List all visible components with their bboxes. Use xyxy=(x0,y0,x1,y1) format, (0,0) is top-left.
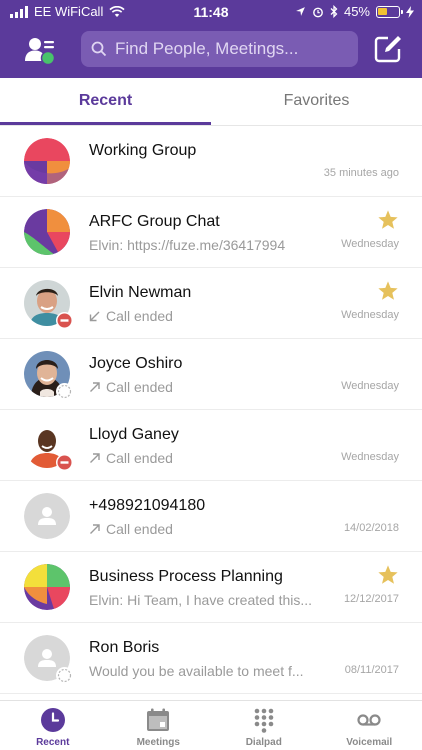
battery-level-fill xyxy=(378,7,387,15)
conversation-preview: Elvin: Hi Team, I have created this... xyxy=(89,592,312,608)
group-avatar xyxy=(24,209,70,255)
dialpad-icon xyxy=(254,708,274,733)
list-item[interactable]: ARFC Group Chat Elvin: https://fuze.me/3… xyxy=(0,197,422,268)
location-icon xyxy=(296,7,305,16)
conversation-time: 12/12/2017 xyxy=(343,593,399,605)
status-bar: EE WiFiCall 11:48 45% xyxy=(0,0,422,24)
calendar-icon xyxy=(147,708,170,731)
search-icon xyxy=(91,41,107,57)
conversation-name: Working Group xyxy=(89,142,197,159)
presence-busy-icon xyxy=(56,312,73,329)
nav-voicemail[interactable]: Voicemail xyxy=(317,701,422,750)
favorite-star-icon[interactable] xyxy=(377,564,399,586)
favorite-star-icon[interactable] xyxy=(377,209,399,231)
bluetooth-icon xyxy=(330,5,338,18)
conversation-time: 14/02/2018 xyxy=(343,522,399,534)
presence-busy-icon xyxy=(56,454,73,471)
incoming-call-icon xyxy=(89,311,100,321)
conversation-time: Wednesday xyxy=(341,451,399,463)
outgoing-call-icon xyxy=(90,523,100,534)
nav-meetings[interactable]: Meetings xyxy=(106,701,212,750)
nav-label: Recent xyxy=(36,737,70,748)
conversation-preview-text: Elvin: https://fuze.me/36417994 xyxy=(89,237,286,253)
list-item[interactable]: Elvin Newman Call ended Wednesday xyxy=(0,268,422,339)
active-tab-indicator xyxy=(0,122,211,125)
list-item[interactable]: Business Process Planning Elvin: Hi Team… xyxy=(0,552,422,623)
charging-icon xyxy=(406,5,414,18)
alarm-icon xyxy=(313,7,323,17)
battery-icon xyxy=(376,5,403,18)
list-item[interactable]: Ron Boris Would you be available to meet… xyxy=(0,623,422,694)
tab-bar: Recent Favorites xyxy=(0,78,422,126)
nav-label: Voicemail xyxy=(346,737,393,748)
nav-recent[interactable]: Recent xyxy=(0,701,106,750)
tab-recent[interactable]: Recent xyxy=(0,78,211,125)
conversation-preview: Call ended xyxy=(89,379,173,395)
favorite-star-icon[interactable] xyxy=(377,280,399,302)
search-placeholder: Find People, Meetings... xyxy=(115,39,299,58)
battery-percent: 45% xyxy=(343,4,370,19)
clock-icon xyxy=(40,708,65,732)
list-item[interactable]: Working Group 35 minutes ago xyxy=(0,126,422,197)
conversation-preview-text: Would you be available to meet f... xyxy=(89,663,304,679)
group-avatar xyxy=(24,564,70,610)
conversation-time: 35 minutes ago xyxy=(323,167,399,179)
conversation-preview-text: Call ended xyxy=(106,521,173,537)
conversation-time: Wednesday xyxy=(341,309,399,321)
presence-offline-icon xyxy=(56,667,73,684)
conversation-preview: Elvin: https://fuze.me/36417994 xyxy=(89,237,285,253)
conversation-preview-text: Elvin: Hi Team, I have created this... xyxy=(89,592,313,608)
outgoing-call-icon xyxy=(90,452,100,463)
outgoing-call-icon xyxy=(90,381,100,392)
conversation-name: +498921094180 xyxy=(89,497,206,514)
conversation-time: 08/11/2017 xyxy=(344,664,399,676)
conversation-time: Wednesday xyxy=(341,238,399,250)
conversation-preview-text: Call ended xyxy=(106,308,173,324)
conversation-preview: Call ended xyxy=(89,308,173,324)
conversation-preview: Would you be available to meet f... xyxy=(89,663,304,679)
conversation-name: Lloyd Ganey xyxy=(89,426,179,443)
search-input[interactable]: Find People, Meetings... xyxy=(81,31,358,67)
conversation-time: Wednesday xyxy=(341,380,399,392)
bottom-nav: Recent Meetings Dialpad Voicemail xyxy=(0,700,422,750)
conversation-name: Joyce Oshiro xyxy=(89,355,183,372)
conversation-name: Ron Boris xyxy=(89,639,160,656)
conversation-preview-text: Call ended xyxy=(106,379,173,395)
voicemail-icon xyxy=(357,714,381,726)
nav-label: Meetings xyxy=(136,737,180,748)
conversation-preview: Call ended xyxy=(89,521,173,537)
list-item[interactable]: Lloyd Ganey Call ended Wednesday xyxy=(0,410,422,481)
nav-dialpad[interactable]: Dialpad xyxy=(211,701,317,750)
group-avatar xyxy=(24,138,70,184)
list-item[interactable]: Joyce Oshiro Call ended Wednesday xyxy=(0,339,422,410)
conversation-preview-text: Call ended xyxy=(106,450,173,466)
tab-favorites[interactable]: Favorites xyxy=(211,78,422,125)
conversation-name: ARFC Group Chat xyxy=(89,213,220,230)
default-avatar xyxy=(24,493,70,539)
conversation-preview: Call ended xyxy=(89,450,173,466)
nav-label: Dialpad xyxy=(245,737,282,748)
contacts-icon[interactable] xyxy=(24,34,58,68)
conversation-list: Working Group 35 minutes ago ARFC Group … xyxy=(0,126,422,694)
top-toolbar: Find People, Meetings... xyxy=(0,24,422,78)
conversation-name: Elvin Newman xyxy=(89,284,192,301)
conversation-name: Business Process Planning xyxy=(89,568,283,585)
presence-offline-icon xyxy=(56,383,73,400)
app-header: EE WiFiCall 11:48 45% Find People, Meeti… xyxy=(0,0,422,78)
compose-icon[interactable] xyxy=(373,34,403,64)
list-item[interactable]: +498921094180 Call ended 14/02/2018 xyxy=(0,481,422,552)
